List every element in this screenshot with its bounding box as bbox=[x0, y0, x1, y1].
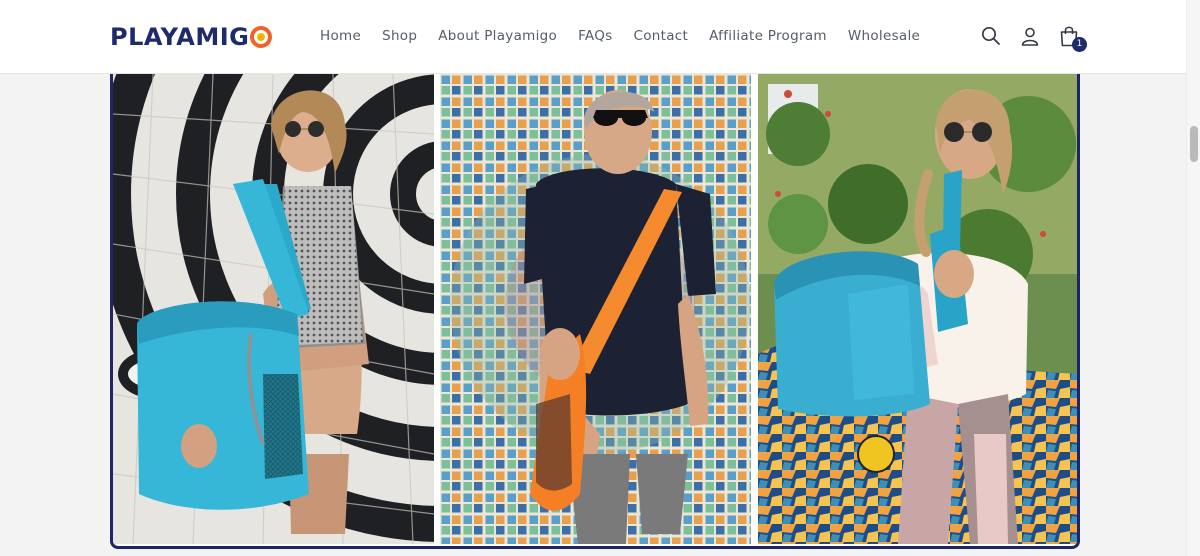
user-icon bbox=[1021, 27, 1039, 46]
header-actions: 1 bbox=[980, 24, 1097, 52]
man-orange-shoulder-bag-image bbox=[440, 74, 751, 544]
gallery-photo-1[interactable] bbox=[113, 74, 434, 544]
main-nav: Home Shop About Playamigo FAQs Contact A… bbox=[320, 28, 941, 44]
cart-count-badge: 1 bbox=[1072, 37, 1087, 52]
search-button[interactable] bbox=[980, 24, 1002, 48]
playamigo-logo[interactable]: PLAYAMIG bbox=[110, 23, 273, 51]
nav-faqs[interactable]: FAQs bbox=[578, 28, 612, 44]
product-lifestyle-gallery bbox=[110, 74, 1080, 549]
logo-text: PLAYAMIG bbox=[110, 23, 250, 51]
logo-o-icon bbox=[250, 26, 273, 48]
scrollbar-thumb[interactable] bbox=[1190, 126, 1198, 162]
account-button[interactable] bbox=[1019, 24, 1041, 48]
nav-home[interactable]: Home bbox=[320, 28, 361, 44]
search-icon bbox=[981, 26, 1000, 45]
woman-turquoise-tote-image bbox=[113, 74, 434, 544]
woman-turquoise-backpack-image bbox=[758, 74, 1077, 544]
nav-about[interactable]: About Playamigo bbox=[438, 28, 557, 44]
nav-affiliate[interactable]: Affiliate Program bbox=[709, 28, 827, 44]
nav-shop[interactable]: Shop bbox=[382, 28, 417, 44]
nav-wholesale[interactable]: Wholesale bbox=[848, 28, 920, 44]
gallery-photo-2[interactable] bbox=[440, 74, 751, 544]
nav-contact[interactable]: Contact bbox=[634, 28, 689, 44]
page-scrollbar[interactable] bbox=[1186, 0, 1200, 556]
site-header: PLAYAMIG Home Shop About Playamigo FAQs … bbox=[0, 0, 1186, 74]
cart-button[interactable]: 1 bbox=[1058, 24, 1087, 52]
gallery-photo-3[interactable] bbox=[758, 74, 1077, 544]
